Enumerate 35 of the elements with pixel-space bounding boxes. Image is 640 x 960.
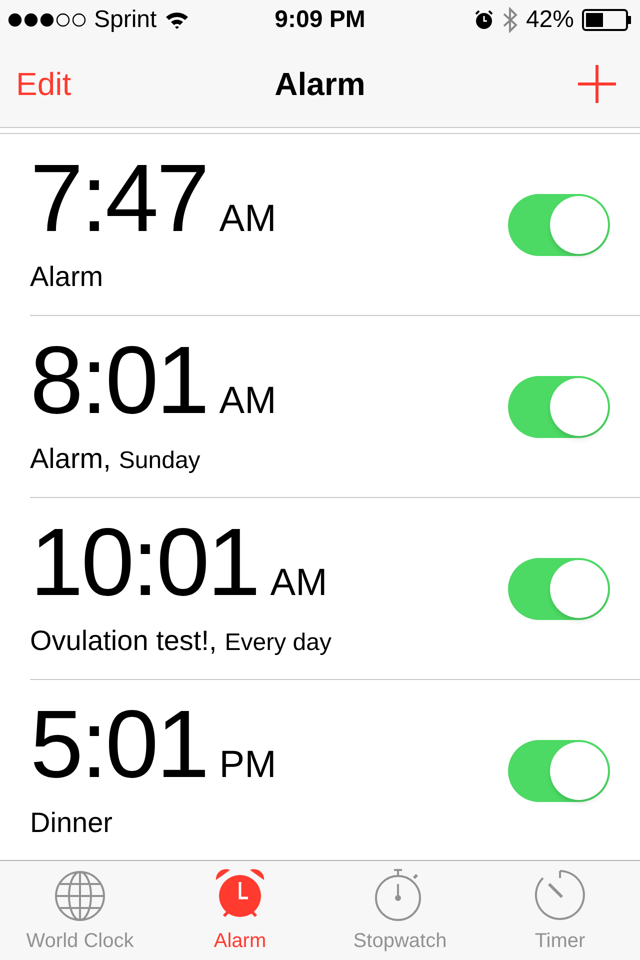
alarm-time: 7:47	[30, 151, 208, 247]
alarm-label: Ovulation test!,	[30, 624, 217, 658]
tab[interactable]: Alarm	[160, 861, 320, 960]
alarm-time: 10:01	[30, 515, 258, 611]
toggle-thumb	[550, 378, 608, 436]
nav-title: Alarm	[274, 64, 366, 104]
globe-icon	[54, 870, 106, 922]
toggle-thumb	[550, 742, 608, 800]
alarm-label: Alarm,	[30, 442, 111, 476]
tab[interactable]: Stopwatch	[320, 861, 480, 960]
battery-icon	[582, 9, 632, 31]
alarm-period: AM	[219, 379, 276, 424]
alarm-label: Dinner	[30, 806, 112, 840]
alarm-time: 8:01	[30, 333, 208, 429]
carrier-name: Sprint	[94, 5, 157, 35]
status-time: 9:09 PM	[274, 5, 366, 35]
toggle-thumb	[550, 196, 608, 254]
alarm-time: 5:01	[30, 697, 208, 793]
tab[interactable]: Timer	[480, 861, 640, 960]
toggle-thumb	[550, 560, 608, 618]
alarm-clock-icon	[474, 10, 494, 30]
plus-icon	[578, 64, 616, 102]
alarm-period: AM	[270, 561, 328, 606]
alarm-period: AM	[219, 197, 276, 242]
wifi-icon	[164, 10, 189, 30]
bluetooth-icon	[502, 7, 518, 33]
alarm-repeat: Every day	[224, 628, 332, 658]
tab[interactable]: World Clock	[0, 861, 160, 960]
alarm-period: PM	[219, 743, 276, 788]
alarm-label: Alarm	[30, 260, 104, 294]
timer-icon	[533, 868, 587, 922]
signal-icon	[8, 13, 86, 27]
alarm-repeat: Sunday	[118, 446, 200, 476]
battery-percent: 42%	[526, 5, 574, 35]
edit-button[interactable]: Edit	[16, 60, 116, 108]
